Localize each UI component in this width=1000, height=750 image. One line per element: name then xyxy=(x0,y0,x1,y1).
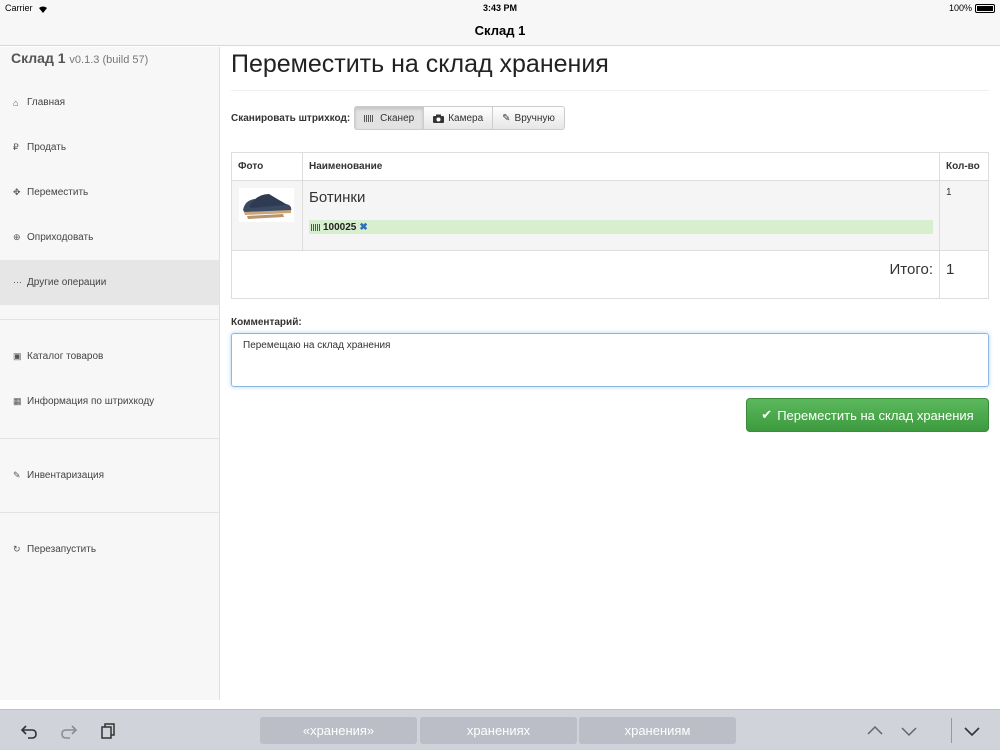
product-name: Ботинки xyxy=(309,189,366,206)
sidebar-item-barcode-info[interactable]: ▦ Информация по штрихкоду xyxy=(0,379,219,424)
status-bar: Carrier 3:43 PM 100% xyxy=(0,0,1000,16)
battery-status: 100% xyxy=(949,3,995,13)
submit-row: ✔ Переместить на склад хранения xyxy=(231,398,989,432)
column-header-photo: Фото xyxy=(231,152,303,181)
total-label: Итого: xyxy=(231,250,940,299)
sidebar-divider xyxy=(0,438,219,439)
nav-title: Склад 1 xyxy=(474,23,526,38)
items-table: Фото Наименование Кол-во Ботинки 100025 xyxy=(231,152,989,299)
checkmark-icon: ✔ xyxy=(761,407,773,422)
ellipsis-icon: ⋯ xyxy=(13,277,22,287)
paste-icon[interactable] xyxy=(99,722,117,740)
home-icon: ⌂ xyxy=(13,97,19,108)
total-row: Итого: 1 xyxy=(231,250,989,299)
table-row[interactable]: Ботинки 100025 ✖ 1 xyxy=(231,180,989,251)
qty-cell[interactable]: 1 xyxy=(939,180,989,251)
sidebar-item-label: Другие операции xyxy=(27,277,107,288)
sidebar-item-label: Продать xyxy=(27,142,67,153)
edit-icon: ✎ xyxy=(13,470,21,480)
manual-button[interactable]: ✎ Вручную xyxy=(493,106,565,130)
comment-label: Комментарий: xyxy=(231,317,302,328)
suggestion-1[interactable]: «хранения» xyxy=(260,717,417,744)
sidebar-item-label: Каталог товаров xyxy=(27,351,104,362)
remove-barcode-icon[interactable]: ✖ xyxy=(359,222,367,233)
sidebar-item-label: Оприходовать xyxy=(27,232,94,243)
sidebar-item-home[interactable]: ⌂ Главная xyxy=(0,80,219,125)
page-title: Переместить на склад хранения xyxy=(231,47,989,91)
ruble-icon: ₽ xyxy=(13,142,19,152)
app-version: v0.1.3 (build 57) xyxy=(69,54,149,66)
sidebar-item-sell[interactable]: ₽ Продать xyxy=(0,125,219,170)
main-content: Переместить на склад хранения Сканироват… xyxy=(231,47,989,432)
archive-icon: ▣ xyxy=(13,351,22,361)
sidebar: Склад 1 v0.1.3 (build 57) ⌂ Главная ₽ Пр… xyxy=(0,47,220,700)
sidebar-item-catalog[interactable]: ▣ Каталог товаров xyxy=(0,334,219,379)
sidebar-item-label: Перезапустить xyxy=(27,544,97,555)
sidebar-divider xyxy=(0,512,219,513)
battery-icon xyxy=(975,3,995,13)
nav-bar: Склад 1 xyxy=(0,16,1000,46)
sidebar-item-label: Главная xyxy=(27,97,66,108)
refresh-icon: ↻ xyxy=(13,544,21,554)
brand-name: Склад 1 xyxy=(11,50,66,66)
keyboard-shortcut-bar: «хранения» хранениях хранениям xyxy=(0,709,1000,750)
product-photo xyxy=(239,188,294,222)
scanner-button[interactable]: Сканер xyxy=(354,106,425,130)
dismiss-keyboard-icon[interactable] xyxy=(963,722,981,740)
scan-label: Сканировать штрихкод: xyxy=(231,112,351,124)
scan-row: Сканировать штрихкод: Сканер Камера ✎ Вр… xyxy=(231,106,989,130)
sidebar-item-label: Переместить xyxy=(27,187,89,198)
comment-field[interactable]: Перемещаю на склад хранения xyxy=(231,333,989,387)
scan-mode-group: Сканер Камера ✎ Вручную xyxy=(354,106,565,130)
sidebar-item-move[interactable]: ✥ Переместить xyxy=(0,170,219,215)
barcode-tag: 100025 ✖ xyxy=(309,220,933,234)
status-time: 3:43 PM xyxy=(482,3,517,13)
camera-button[interactable]: Камера xyxy=(424,106,494,130)
barcode-icon: ▦ xyxy=(13,396,22,406)
chevron-up-icon[interactable] xyxy=(866,722,884,740)
column-header-qty: Кол-во xyxy=(939,152,989,181)
camera-icon xyxy=(433,114,445,123)
chevron-down-icon[interactable] xyxy=(900,722,918,740)
sidebar-item-other-operations[interactable]: ⋯ Другие операции xyxy=(0,260,219,305)
sidebar-item-label: Информация по штрихкоду xyxy=(27,396,155,407)
total-value: 1 xyxy=(939,250,989,299)
move-icon: ✥ xyxy=(13,187,21,197)
column-header-name: Наименование xyxy=(302,152,940,181)
barcode-icon xyxy=(364,114,374,122)
suggestion-3[interactable]: хранениям xyxy=(579,717,736,744)
toolbar-divider xyxy=(951,718,952,743)
plus-circle-icon: ⊕ xyxy=(13,232,21,242)
sidebar-item-label: Инвентаризация xyxy=(27,470,105,481)
sidebar-item-inventory[interactable]: ✎ Инвентаризация xyxy=(0,453,219,498)
edit-icon: ✎ xyxy=(502,112,511,124)
undo-icon[interactable] xyxy=(20,722,38,740)
redo-icon[interactable] xyxy=(60,722,78,740)
sidebar-item-restart[interactable]: ↻ Перезапустить xyxy=(0,527,219,572)
barcode-icon xyxy=(311,223,320,231)
suggestion-2[interactable]: хранениях xyxy=(420,717,577,744)
move-to-storage-button[interactable]: ✔ Переместить на склад хранения xyxy=(746,398,989,432)
app-brand: Склад 1 v0.1.3 (build 57) xyxy=(0,47,219,80)
name-cell: Ботинки 100025 ✖ xyxy=(302,180,940,251)
photo-cell xyxy=(231,180,303,251)
sidebar-divider xyxy=(0,319,219,320)
barcode-value: 100025 xyxy=(323,221,357,233)
table-header-row: Фото Наименование Кол-во xyxy=(231,152,989,181)
sidebar-item-receive[interactable]: ⊕ Оприходовать xyxy=(0,215,219,260)
